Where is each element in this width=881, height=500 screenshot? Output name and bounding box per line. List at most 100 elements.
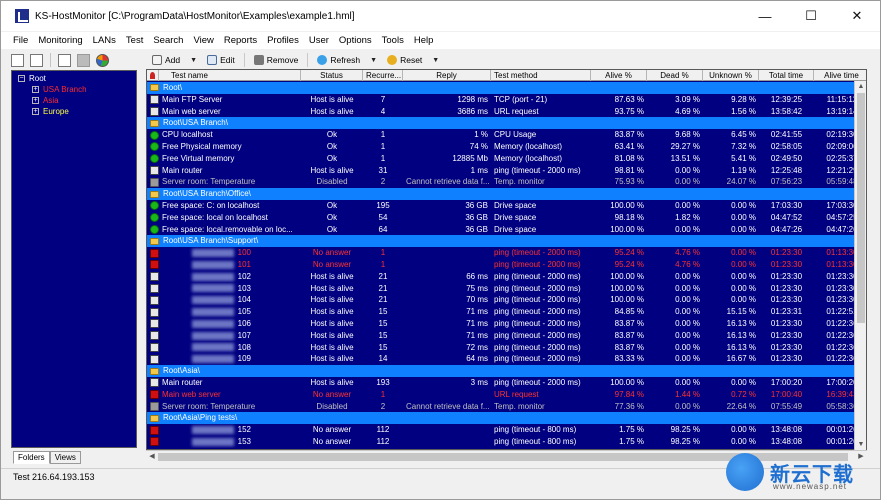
table-row[interactable]: 108 Host is alive 15 72 ms ping (timeout - 2… (147, 342, 866, 354)
table-row[interactable]: 102 Host is alive 21 66 ms ping (timeout - 2… (147, 271, 866, 283)
table-row[interactable]: Main FTP Server Host is alive 7 1298 ms TCP … (147, 94, 866, 106)
table-row[interactable]: 107 Host is alive 15 71 ms ping (timeout - 2… (147, 330, 866, 342)
tree-item-root[interactable]: − Root (12, 73, 136, 84)
table-row[interactable]: 104 Host is alive 21 70 ms ping (timeout - 2… (147, 294, 866, 306)
column-dead-percent[interactable]: Dead % (647, 70, 703, 81)
menu-test[interactable]: Test (121, 35, 148, 46)
vertical-scrollbar[interactable]: ▲ ▼ (854, 81, 866, 450)
table-row[interactable]: Free Physical memory Ok 1 74 % Memory (local… (147, 141, 866, 153)
expand-icon[interactable]: + (32, 97, 39, 104)
expand-icon[interactable]: + (32, 86, 39, 93)
table-row[interactable]: Main router Host is alive 31 1 ms ping (time… (147, 165, 866, 177)
test-name: 105 (159, 306, 301, 318)
collapse-icon[interactable]: − (18, 75, 25, 82)
copy-folder-icon[interactable] (58, 53, 71, 67)
maximize-button[interactable]: ☐ (788, 1, 834, 31)
table-row[interactable]: Free Virtual memory Ok 1 12885 Mb Memory (lo… (147, 153, 866, 165)
scroll-right-arrow-icon[interactable]: ▶ (855, 451, 867, 463)
column-reply[interactable]: Reply (403, 70, 491, 81)
menu-user[interactable]: User (304, 35, 334, 46)
scroll-left-arrow-icon[interactable]: ◀ (146, 451, 158, 463)
reply-cell: 72 ms (466, 342, 488, 352)
new-folder-icon[interactable] (30, 53, 43, 67)
tab-folders[interactable]: Folders (13, 451, 50, 464)
menu-lans[interactable]: LANs (88, 35, 121, 46)
table-row[interactable]: Main router Host is alive 193 3 ms ping (tim… (147, 377, 866, 389)
status-icon-cell (147, 424, 159, 436)
menu-tools[interactable]: Tools (377, 35, 409, 46)
tree-item-usa-branch[interactable]: + USA Branch (12, 84, 136, 95)
minimize-button[interactable]: — (742, 1, 788, 31)
column-alive-percent[interactable]: Alive % (591, 70, 647, 81)
column-test-method[interactable]: Test method (491, 70, 591, 81)
table-row[interactable]: 152 No answer 112 ping (timeout - 800 ms) 1.… (147, 424, 866, 436)
table-row[interactable]: CPU localhost Ok 1 1 % CPU Usage 83.87 % 9.68 … (147, 129, 866, 141)
column-test-name[interactable]: Test name (159, 70, 301, 81)
group-row[interactable]: Root\USA Branch\ (147, 117, 866, 130)
tree-item-europe[interactable]: + Europe (12, 106, 136, 117)
table-row[interactable]: 101 No answer 1 ping (timeout - 2000 ms) 95.… (147, 259, 866, 271)
reset-dropdown-arrow[interactable]: ▼ (428, 57, 443, 64)
group-row[interactable]: Root\USA Branch\Support\ (147, 235, 866, 248)
table-row[interactable]: Free space: C: on localhost Ok 195 36 GB Dri… (147, 200, 866, 212)
test-name: Main web server (162, 389, 221, 399)
refresh-button[interactable]: Refresh (311, 52, 366, 68)
table-row[interactable]: Server room: Temperature Disabled 2 Cannot … (147, 401, 866, 413)
add-dropdown-arrow[interactable]: ▼ (186, 57, 201, 64)
folder-settings-icon[interactable] (11, 53, 24, 67)
table-row[interactable]: Free space: local on localhost Ok 54 36 GB D… (147, 212, 866, 224)
tab-views[interactable]: Views (49, 451, 81, 464)
edit-button[interactable]: Edit (201, 52, 241, 68)
menu-search[interactable]: Search (148, 35, 188, 46)
scroll-down-arrow-icon[interactable]: ▼ (855, 439, 867, 450)
table-row[interactable]: 109 Host is alive 14 64 ms ping (timeout - 2… (147, 353, 866, 365)
unknown-percent-cell: 5.41 % (731, 153, 756, 163)
column-status[interactable]: Status (301, 70, 363, 81)
test-method-cell: ping (timeout - 2000 ms) (494, 342, 581, 352)
refresh-dropdown-arrow[interactable]: ▼ (366, 57, 381, 64)
menu-view[interactable]: View (188, 35, 218, 46)
folder-tree[interactable]: − Root + USA Branch + Asia + Europe (11, 70, 137, 448)
table-row[interactable]: 153 No answer 112 ping (timeout - 800 ms) 1.… (147, 436, 866, 448)
table-row[interactable]: Server room: Temperature Disabled 2 Cannot … (147, 176, 866, 188)
alive-status-icon (150, 354, 159, 364)
table-row[interactable]: Main web server No answer 1 URL request 97.8… (147, 389, 866, 401)
menu-reports[interactable]: Reports (219, 35, 262, 46)
group-path: Root\USA Branch\Support\ (163, 236, 259, 246)
group-row[interactable]: Root\Asia\Ping tests\ (147, 412, 866, 425)
close-button[interactable]: ✕ (834, 1, 880, 31)
reset-button[interactable]: Reset (381, 52, 428, 68)
group-row[interactable]: Root\Asia\ (147, 365, 866, 377)
table-row[interactable]: 105 Host is alive 15 71 ms ping (timeout - 2… (147, 306, 866, 318)
group-row[interactable]: Root\USA Branch\Office\ (147, 188, 866, 200)
column-alive-time[interactable]: Alive time (814, 70, 866, 81)
test-name: 106 (159, 318, 301, 330)
status-icon-cell (147, 200, 159, 212)
table-row[interactable]: Free space: local.removable on loc... Ok 6… (147, 224, 866, 236)
table-row[interactable]: 106 Host is alive 15 71 ms ping (timeout - 2… (147, 318, 866, 330)
delete-folder-icon[interactable] (77, 53, 90, 67)
vertical-scroll-thumb[interactable] (857, 93, 865, 323)
group-row[interactable]: Root\ (147, 82, 866, 94)
unknown-percent-cell: 7.32 % (731, 141, 756, 151)
menu-file[interactable]: File (1, 35, 33, 46)
column-total-time[interactable]: Total time (759, 70, 814, 81)
test-list[interactable]: Test name Status Recurre... Reply Test m… (146, 69, 867, 450)
menu-options[interactable]: Options (334, 35, 377, 46)
menu-profiles[interactable]: Profiles (262, 35, 304, 46)
menu-help[interactable]: Help (409, 35, 439, 46)
table-row[interactable]: Main web server Host is alive 4 3686 ms URL … (147, 106, 866, 118)
add-button[interactable]: Add (146, 52, 186, 68)
test-method-cell: ping (timeout - 2000 ms) (494, 259, 581, 269)
expand-icon[interactable]: + (32, 108, 39, 115)
column-recurrences[interactable]: Recurre... (363, 70, 403, 81)
remove-button[interactable]: Remove (248, 52, 305, 68)
scroll-up-arrow-icon[interactable]: ▲ (855, 81, 867, 92)
table-row[interactable]: 103 Host is alive 21 75 ms ping (timeout - 2… (147, 283, 866, 295)
column-unknown-percent[interactable]: Unknown % (703, 70, 759, 81)
folder-stats-icon[interactable] (96, 53, 109, 67)
pin-column-icon[interactable] (147, 70, 159, 81)
tree-item-asia[interactable]: + Asia (12, 95, 136, 106)
table-row[interactable]: 100 No answer 1 ping (timeout - 2000 ms) 95.… (147, 247, 866, 259)
menu-monitoring[interactable]: Monitoring (33, 35, 87, 46)
